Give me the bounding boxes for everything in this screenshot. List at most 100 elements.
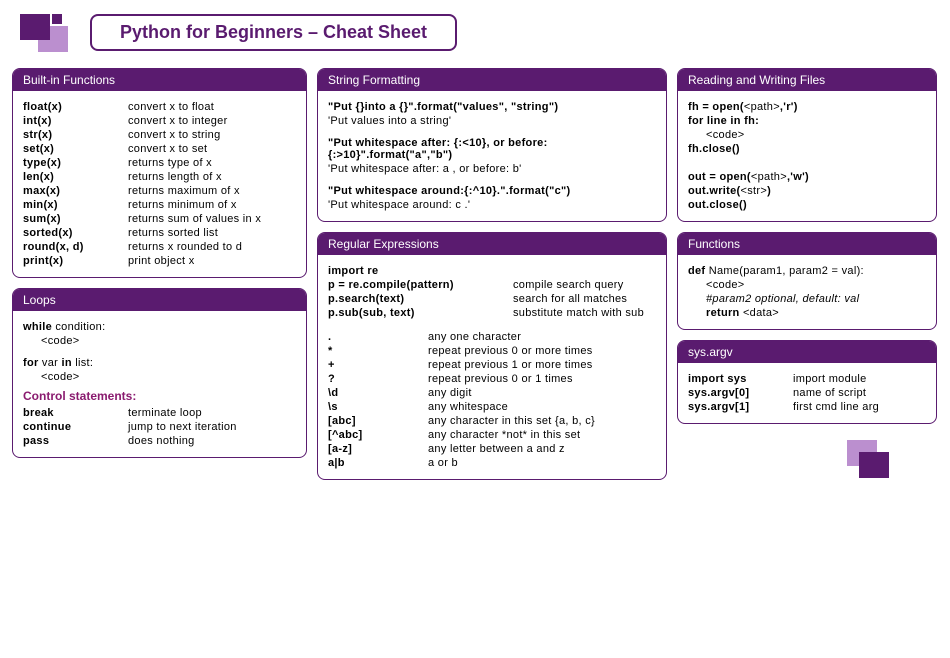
table-row: continuejump to next iteration	[23, 421, 296, 433]
row-val: returns x rounded to d	[128, 241, 296, 253]
row-val: convert x to integer	[128, 115, 296, 127]
row-key: min(x)	[23, 199, 128, 211]
row-key: ?	[328, 373, 428, 385]
row-val	[513, 265, 656, 277]
panel-head-funcs: Functions	[678, 233, 936, 255]
row-key: sum(x)	[23, 213, 128, 225]
row-val: name of script	[793, 387, 926, 399]
code-line: <code>	[688, 129, 926, 141]
table-row: import re	[328, 265, 656, 277]
table-row: set(x)convert x to set	[23, 143, 296, 155]
row-val: repeat previous 1 or more times	[428, 359, 656, 371]
page-title: Python for Beginners – Cheat Sheet	[90, 14, 457, 51]
row-val: any whitespace	[428, 401, 656, 413]
row-key: sys.argv[1]	[688, 401, 793, 413]
code-line: out.close()	[688, 199, 926, 211]
row-key: float(x)	[23, 101, 128, 113]
table-row: breakterminate loop	[23, 407, 296, 419]
logo-icon	[12, 8, 82, 56]
code-line: fh = open(<path>,'r')	[688, 101, 926, 113]
code-line: "Put whitespace after: {:<10}, or before…	[328, 137, 656, 161]
table-row: import sysimport module	[688, 373, 926, 385]
table-row: [^abc]any character *not* in this set	[328, 429, 656, 441]
table-row: [a-z]any letter between a and z	[328, 443, 656, 455]
row-val: convert x to set	[128, 143, 296, 155]
table-row: ?repeat previous 0 or 1 times	[328, 373, 656, 385]
code-line: 'Put whitespace after: a , or before: b'	[328, 163, 656, 175]
panel-head-argv: sys.argv	[678, 341, 936, 363]
row-val: returns type of x	[128, 157, 296, 169]
panel-head-loops: Loops	[13, 289, 306, 311]
panel-head-files: Reading and Writing Files	[678, 69, 936, 91]
row-val: jump to next iteration	[128, 421, 296, 433]
table-row: min(x)returns minimum of x	[23, 199, 296, 211]
row-val: any one character	[428, 331, 656, 343]
row-val: does nothing	[128, 435, 296, 447]
row-key: import re	[328, 265, 513, 277]
row-key: type(x)	[23, 157, 128, 169]
table-row: p.sub(sub, text)substitute match with su…	[328, 307, 656, 319]
row-key: round(x, d)	[23, 241, 128, 253]
row-val: any character *not* in this set	[428, 429, 656, 441]
row-val: first cmd line arg	[793, 401, 926, 413]
row-key: p.sub(sub, text)	[328, 307, 513, 319]
table-row: \sany whitespace	[328, 401, 656, 413]
row-key: \s	[328, 401, 428, 413]
row-val: returns minimum of x	[128, 199, 296, 211]
row-key: sys.argv[0]	[688, 387, 793, 399]
row-key: +	[328, 359, 428, 371]
row-key: str(x)	[23, 129, 128, 141]
subhead-control: Control statements:	[23, 389, 296, 403]
code-line: "Put {}into a {}".format("values", "stri…	[328, 101, 656, 113]
table-row: int(x)convert x to integer	[23, 115, 296, 127]
decoration-icon	[847, 440, 907, 485]
row-val: a or b	[428, 457, 656, 469]
row-val: returns sum of values in x	[128, 213, 296, 225]
row-key: len(x)	[23, 171, 128, 183]
row-val: returns sorted list	[128, 227, 296, 239]
table-row: [abc]any character in this set {a, b, c}	[328, 415, 656, 427]
row-key: [abc]	[328, 415, 428, 427]
row-key: break	[23, 407, 128, 419]
row-key: int(x)	[23, 115, 128, 127]
panel-loops: Loops while condition: <code> for var in…	[12, 288, 307, 458]
code-line: <code>	[688, 279, 926, 291]
table-row: p.search(text)search for all matches	[328, 293, 656, 305]
code-line: <code>	[23, 335, 296, 347]
panel-head-builtins: Built-in Functions	[13, 69, 306, 91]
row-key: pass	[23, 435, 128, 447]
table-row: passdoes nothing	[23, 435, 296, 447]
row-key: continue	[23, 421, 128, 433]
row-val: terminate loop	[128, 407, 296, 419]
row-key: .	[328, 331, 428, 343]
table-row: sorted(x)returns sorted list	[23, 227, 296, 239]
row-key: [^abc]	[328, 429, 428, 441]
panel-files: Reading and Writing Files fh = open(<pat…	[677, 68, 937, 222]
table-row: \dany digit	[328, 387, 656, 399]
row-key: [a-z]	[328, 443, 428, 455]
code-line: 'Put whitespace around: c .'	[328, 199, 656, 211]
code-line: while condition:	[23, 321, 296, 333]
code-line: for line in fh:	[688, 115, 926, 127]
code-line: for var in list:	[23, 357, 296, 369]
row-key: sorted(x)	[23, 227, 128, 239]
row-val: search for all matches	[513, 293, 656, 305]
code-line: fh.close()	[688, 143, 926, 155]
code-line: <code>	[23, 371, 296, 383]
table-row: max(x)returns maximum of x	[23, 185, 296, 197]
row-val: any letter between a and z	[428, 443, 656, 455]
table-row: sum(x)returns sum of values in x	[23, 213, 296, 225]
row-val: any digit	[428, 387, 656, 399]
table-row: *repeat previous 0 or more times	[328, 345, 656, 357]
row-val: returns maximum of x	[128, 185, 296, 197]
code-line: #param2 optional, default: val	[688, 293, 926, 305]
code-line: 'Put values into a string'	[328, 115, 656, 127]
row-val: convert x to string	[128, 129, 296, 141]
table-row: sys.argv[0]name of script	[688, 387, 926, 399]
panel-strfmt: String Formatting "Put {}into a {}".form…	[317, 68, 667, 222]
row-key: p = re.compile(pattern)	[328, 279, 513, 291]
panel-funcs: Functions def Name(param1, param2 = val)…	[677, 232, 937, 330]
row-val: any character in this set {a, b, c}	[428, 415, 656, 427]
table-row: .any one character	[328, 331, 656, 343]
code-line: def Name(param1, param2 = val):	[688, 265, 926, 277]
